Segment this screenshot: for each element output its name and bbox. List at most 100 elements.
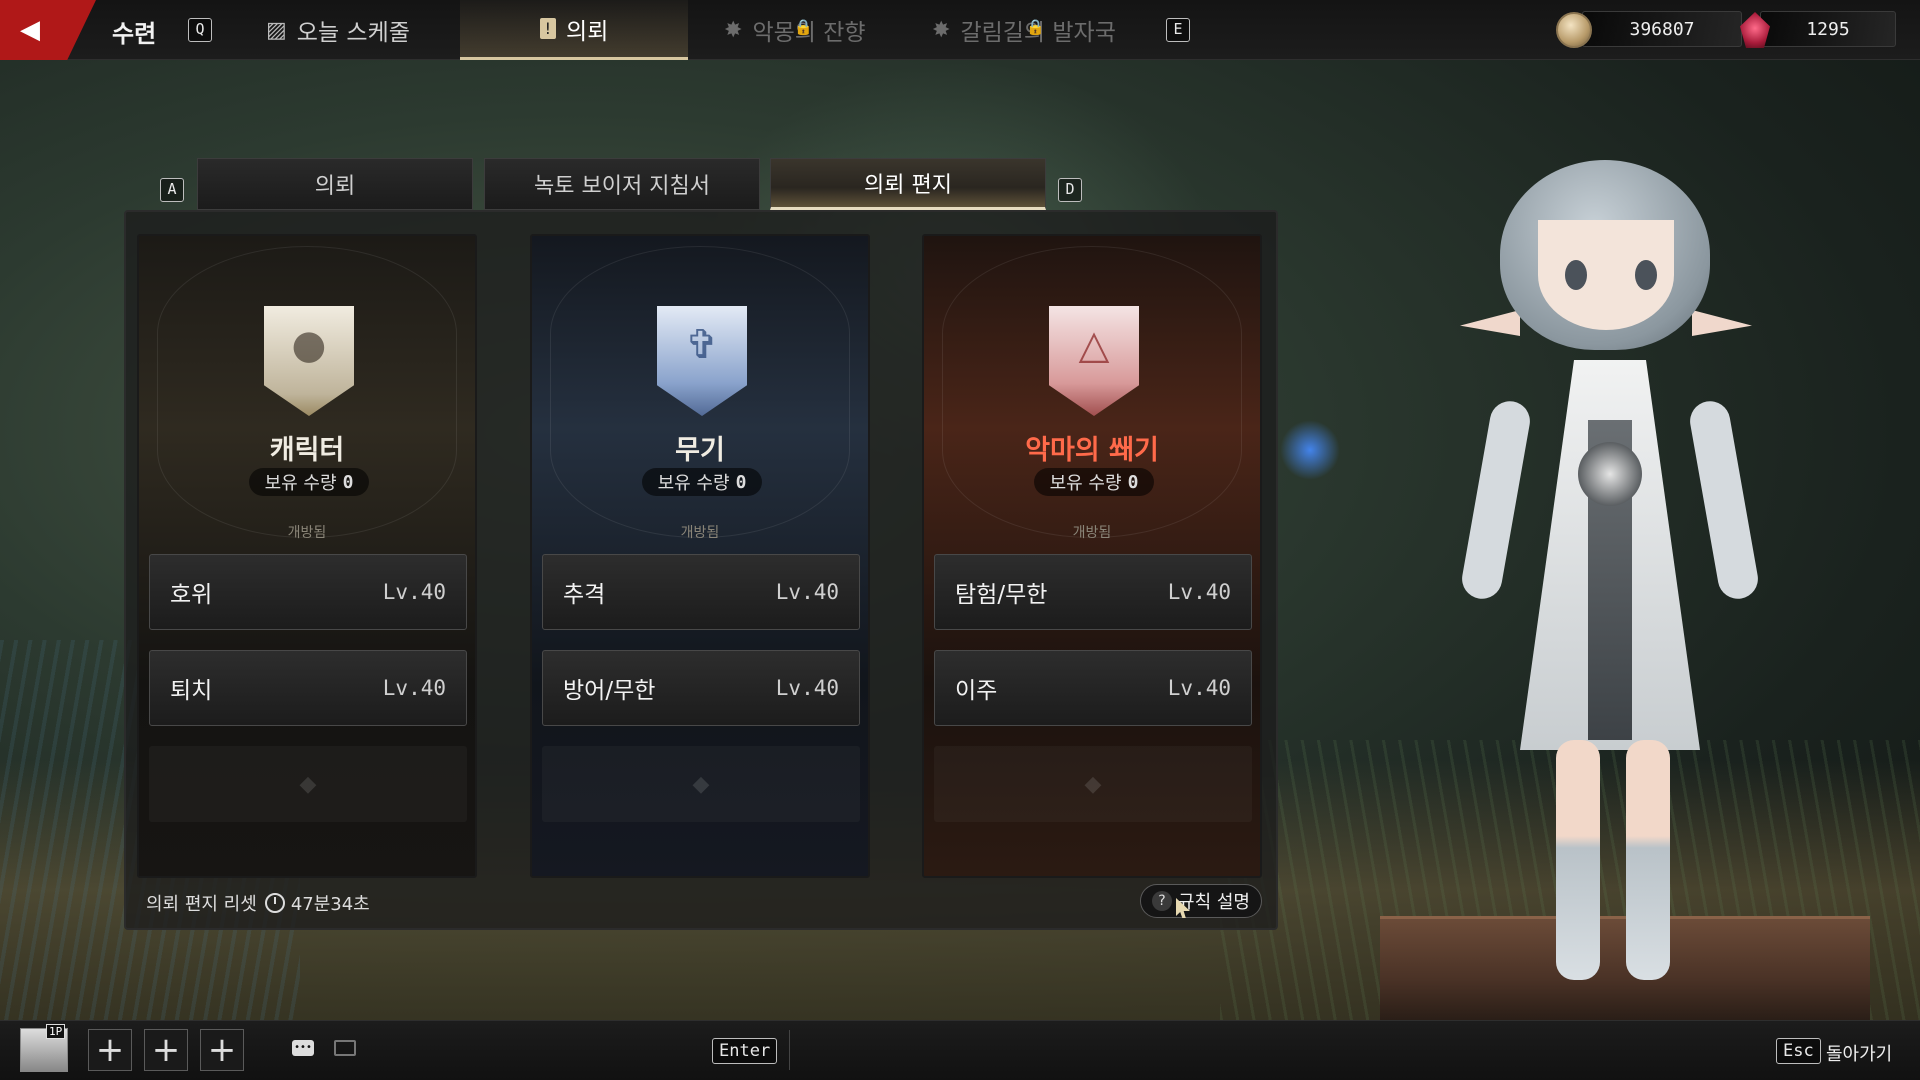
key-hint-e: E (1166, 18, 1190, 42)
sword-icon: ✞ (685, 322, 719, 368)
quest-icon: ! (539, 18, 557, 39)
diamond-icon: ◆ (299, 771, 317, 797)
quest-slot[interactable]: 퇴치 Lv.40 (149, 650, 467, 726)
key-hint-q: Q (188, 18, 212, 42)
lock-icon: 🔒 (1026, 18, 1045, 36)
card-title: 악마의 쐐기 (1025, 435, 1159, 466)
back-logo-button[interactable]: ◀ (0, 0, 96, 60)
character-eye (1635, 260, 1657, 290)
tab-crossroad-footsteps[interactable]: ✸ 갈림길의 발자국 (932, 0, 1116, 60)
add-party-slot-button[interactable]: + (144, 1029, 188, 1071)
card-weapon[interactable]: ✞ 무기 보유 수량 0 개방됨 추격 Lv.40 방어/무한 Lv.40 ◆ (530, 234, 870, 878)
player-badge: 1P (46, 1024, 66, 1039)
owned-label: 보유 수량 (1049, 473, 1122, 494)
character-arm (1458, 398, 1534, 602)
top-bar: ◀ 수련 Q ▨ 오늘 스케줄 ! 의뢰 ✸ 악몽의 잔향 🔒 ✸ 갈림길의 발… (0, 0, 1920, 60)
slot-name: 추격 (563, 582, 606, 608)
quest-slot[interactable]: 방어/무한 Lv.40 (542, 650, 860, 726)
tab-today-schedule[interactable]: ▨ 오늘 스케줄 (266, 0, 410, 60)
slot-level: Lv.40 (1167, 580, 1231, 604)
owned-count-badge: 보유 수량 0 (1034, 468, 1154, 496)
quest-slot[interactable]: 호위 Lv.40 (149, 554, 467, 630)
bottom-bar (0, 1020, 1920, 1080)
coin-amount: 396807 (1629, 18, 1695, 40)
key-hint-enter: Enter (712, 1038, 778, 1064)
owned-label: 보유 수량 (264, 473, 337, 494)
key-hint-a: A (160, 178, 184, 202)
empty-slot: ◆ (149, 746, 467, 822)
key-hint-esc: Esc (1776, 1038, 1821, 1064)
chat-icon[interactable]: ••• (292, 1040, 314, 1056)
help-icon: ? (1152, 891, 1173, 911)
status-label: 개방됨 (287, 525, 327, 541)
tab-label: 오늘 스케줄 (296, 20, 410, 46)
slot-name: 이주 (955, 678, 998, 704)
slot-level: Lv.40 (775, 676, 839, 700)
character-head-icon: ● (291, 322, 327, 368)
tab-noctovoyager-guide[interactable]: 녹토 보이저 지침서 (484, 158, 760, 210)
slot-name: 방어/무한 (563, 678, 656, 704)
tab-quest[interactable]: ! 의뢰 (460, 0, 688, 60)
schedule-icon: ▨ (266, 17, 287, 43)
clock-icon (264, 893, 285, 913)
compass-icon: ✸ (724, 17, 743, 43)
owned-label: 보유 수량 (657, 473, 730, 494)
card-title: 무기 (675, 435, 725, 466)
slot-name: 탐험/무한 (955, 582, 1048, 608)
status-label: 개방됨 (1072, 525, 1112, 541)
owned-count: 0 (342, 471, 354, 493)
slot-level: Lv.40 (382, 676, 446, 700)
status-label: 개방됨 (680, 525, 720, 541)
slot-level: Lv.40 (1167, 676, 1231, 700)
character-arm (1686, 398, 1762, 602)
slot-level: Lv.40 (775, 580, 839, 604)
back-button[interactable]: 돌아가기 (1826, 1040, 1892, 1066)
tab-quest-letter[interactable]: 의뢰 편지 (770, 158, 1046, 210)
background-blue-light (1280, 420, 1340, 480)
diamond-icon: ◆ (692, 771, 710, 797)
card-title: 캐릭터 (269, 435, 345, 466)
triquetra-icon: △ (1078, 322, 1110, 368)
character-leg (1556, 740, 1600, 980)
diamond-icon: ◆ (1084, 771, 1102, 797)
reset-label: 의뢰 편지 리셋 (146, 894, 257, 915)
plus-icon: + (95, 1030, 125, 1070)
quest-slot[interactable]: 이주 Lv.40 (934, 650, 1252, 726)
slot-name: 호위 (170, 582, 213, 608)
tab-quest-list[interactable]: 의뢰 (197, 158, 473, 210)
character-charm (1578, 442, 1642, 506)
coin-icon (1556, 12, 1592, 48)
empty-slot: ◆ (934, 746, 1252, 822)
owned-count: 0 (735, 471, 747, 493)
character-ear (1692, 310, 1752, 336)
card-character[interactable]: ● 캐릭터 보유 수량 0 개방됨 호위 Lv.40 퇴치 Lv.40 ◆ (137, 234, 477, 878)
plus-icon: + (207, 1030, 237, 1070)
plus-icon: + (151, 1030, 181, 1070)
quest-slot[interactable]: 추격 Lv.40 (542, 554, 860, 630)
owned-count-badge: 보유 수량 0 (249, 468, 369, 496)
owned-count: 0 (1127, 471, 1139, 493)
gem-currency[interactable]: 1295 (1760, 11, 1896, 47)
add-party-slot-button[interactable]: + (88, 1029, 132, 1071)
gem-amount: 1295 (1806, 18, 1850, 40)
empty-slot: ◆ (542, 746, 860, 822)
logo-icon: ◀ (20, 15, 40, 45)
add-party-slot-button[interactable]: + (200, 1029, 244, 1071)
card-devil-wedge[interactable]: △ 악마의 쐐기 보유 수량 0 개방됨 탐험/무한 Lv.40 이주 Lv.4… (922, 234, 1262, 878)
character-leg (1626, 740, 1670, 980)
message-icon[interactable] (334, 1040, 356, 1056)
reset-time: 47분34초 (290, 894, 370, 915)
lock-icon: 🔒 (794, 18, 813, 36)
key-hint-d: D (1058, 178, 1082, 202)
reset-timer: 의뢰 편지 리셋 47분34초 (146, 890, 370, 916)
character-model (1458, 120, 1762, 980)
slot-name: 퇴치 (170, 678, 213, 704)
rules-button[interactable]: ? 규칙 설명 (1140, 884, 1262, 918)
page-title: 수련 (112, 20, 157, 48)
quest-slot[interactable]: 탐험/무한 Lv.40 (934, 554, 1252, 630)
character-eye (1565, 260, 1587, 290)
compass-icon: ✸ (932, 17, 951, 43)
character-ear (1460, 310, 1520, 336)
coin-currency[interactable]: 396807 (1582, 11, 1742, 47)
owned-count-badge: 보유 수량 0 (642, 468, 762, 496)
